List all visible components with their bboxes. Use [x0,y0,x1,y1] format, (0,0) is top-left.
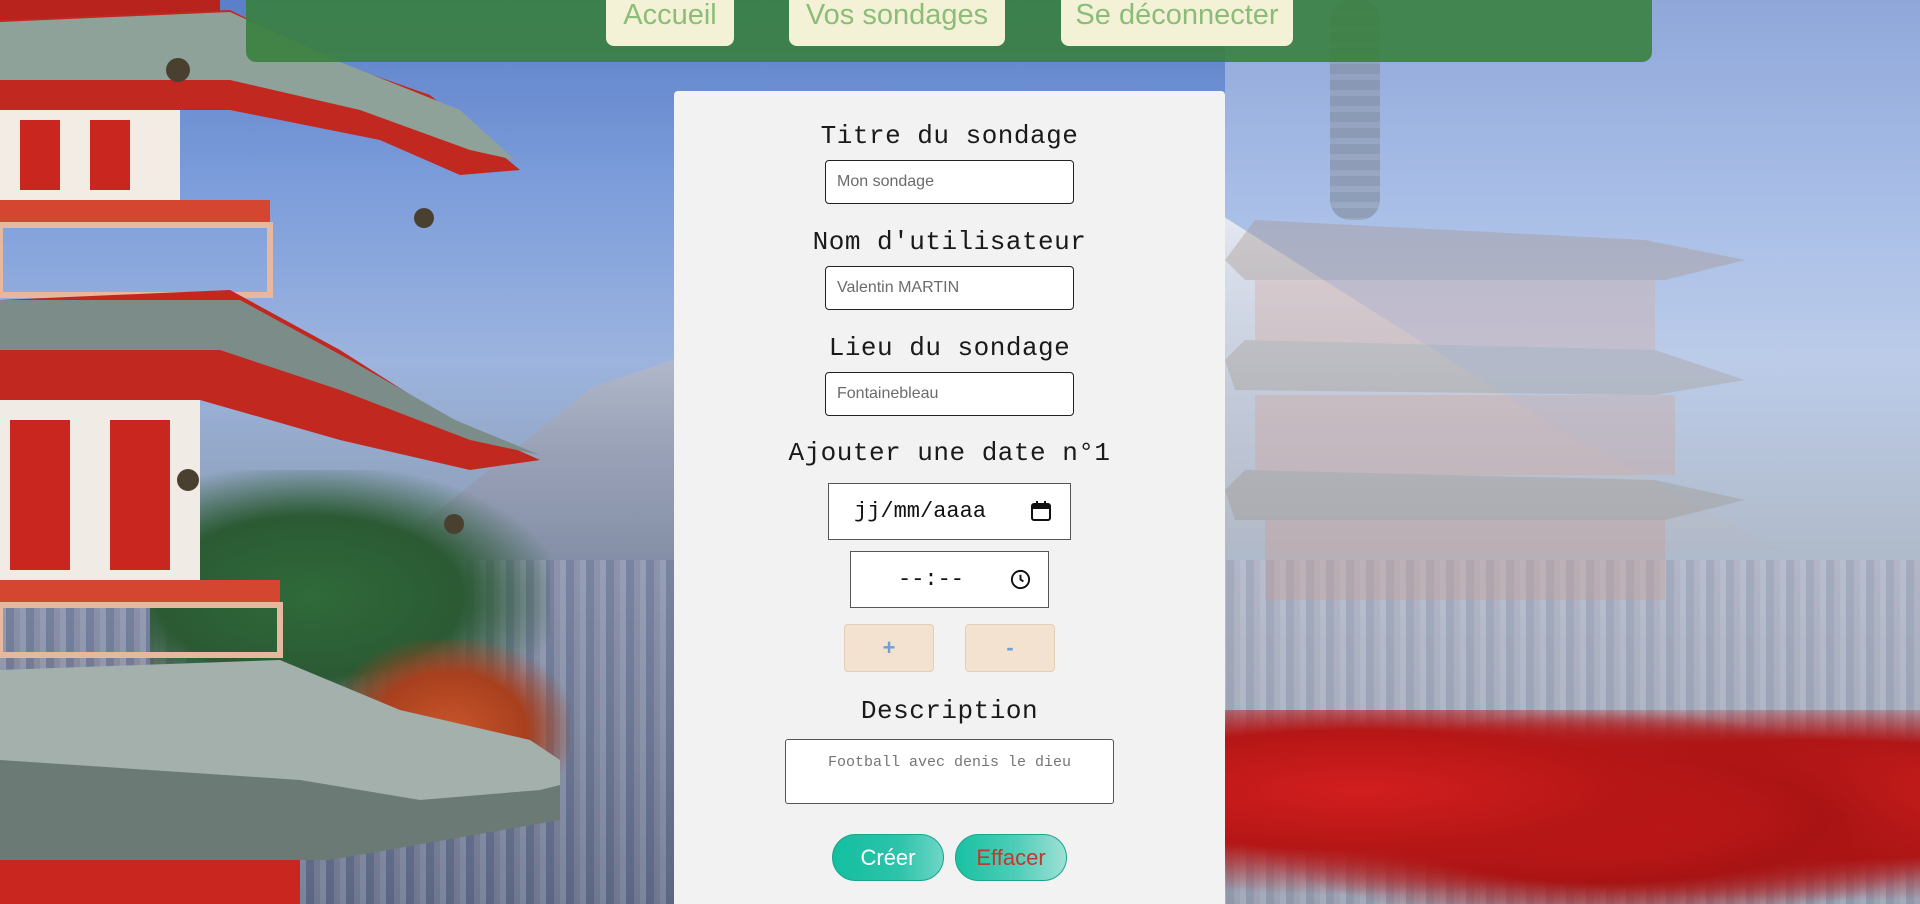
description-label: Description [860,696,1039,726]
nav-home-label: Accueil [623,0,717,31]
date-input[interactable]: jj/mm/aaaa [828,483,1071,540]
nav-logout-link[interactable]: Se déconnecter [1061,0,1293,46]
username-label: Nom d'utilisateur [812,227,1087,257]
clear-button[interactable]: Effacer [955,834,1067,881]
poll-form: Titre du sondage Nom d'utilisateur Lieu … [674,91,1225,904]
remove-date-button[interactable]: - [965,624,1055,672]
nav-logout-label: Se déconnecter [1075,0,1279,31]
clock-icon[interactable] [1009,568,1032,591]
background-pagoda-left [0,0,560,904]
add-date-button[interactable]: + [844,624,934,672]
nav-polls-link[interactable]: Vos sondages [789,0,1005,46]
location-input[interactable] [825,372,1074,416]
top-navbar: Accueil Vos sondages Se déconnecter [246,0,1652,62]
background-red-maples [1220,710,1920,904]
nav-home-link[interactable]: Accueil [606,0,734,46]
date-placeholder: jj/mm/aaaa [854,499,987,524]
create-button[interactable]: Créer [832,834,944,881]
date-label: Ajouter une date n°1 [788,438,1111,468]
title-input[interactable] [825,160,1074,204]
description-textarea[interactable] [785,739,1114,804]
location-label: Lieu du sondage [828,333,1071,363]
calendar-icon[interactable] [1029,499,1053,523]
username-input[interactable] [825,266,1074,310]
title-label: Titre du sondage [820,121,1079,151]
time-placeholder: --:-- [898,567,965,592]
time-input[interactable]: --:-- [850,551,1049,608]
nav-polls-label: Vos sondages [805,0,989,31]
